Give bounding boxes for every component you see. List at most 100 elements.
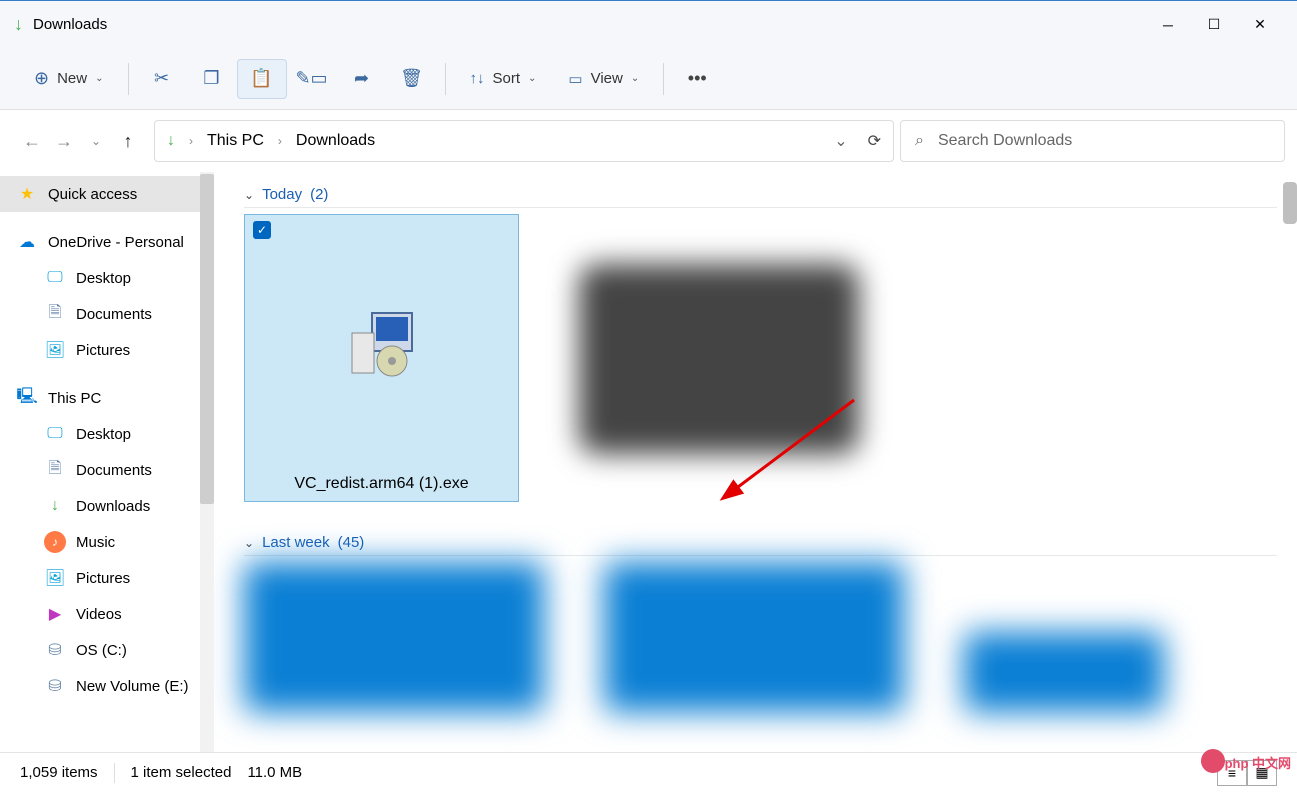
pic-icon: 🖼 [44, 567, 66, 589]
sidebar-item-videos[interactable]: ▶ Videos [0, 596, 214, 632]
sidebar-item-label: Pictures [76, 342, 130, 359]
minimize-button[interactable]: ─ [1145, 9, 1191, 41]
desk-icon: 🖵 [44, 423, 66, 445]
chevron-down-icon: ⌄ [244, 188, 254, 202]
view-icon: ▭ [568, 70, 582, 88]
status-selection: 1 item selected [131, 764, 232, 781]
sidebar-item-label: Videos [76, 606, 122, 623]
navigation-row: ← → ⌄ ↑ ↓ › This PC › Downloads ⌄ ⟳ ⌕ Se… [0, 110, 1297, 172]
redacted-thumbnail[interactable] [964, 632, 1164, 712]
address-bar[interactable]: ↓ › This PC › Downloads ⌄ ⟳ [154, 120, 894, 162]
breadcrumb-item[interactable]: Downloads [296, 132, 375, 150]
scrollbar-thumb[interactable] [1283, 182, 1297, 224]
downloads-icon: ↓ [167, 132, 175, 150]
address-dropdown[interactable]: ⌄ [834, 131, 847, 151]
view-button[interactable]: ▭ View ⌄ [552, 59, 655, 99]
toolbar: ⊕ New ⌄ ✂ ❐ 📋 ✎▭ ➦ 🗑 ↑↓ Sort ⌄ ▭ View ⌄ … [0, 48, 1297, 110]
drv-icon: ⛁ [44, 675, 66, 697]
sidebar-item-pictures[interactable]: 🖼 Pictures [0, 560, 214, 596]
file-item[interactable] [579, 214, 854, 502]
sidebar-item-music[interactable]: ♪ Music [0, 524, 214, 560]
more-button[interactable]: ••• [672, 59, 722, 99]
search-placeholder: Search Downloads [938, 132, 1072, 150]
sidebar-item-label: Documents [76, 306, 152, 323]
divider [663, 63, 664, 95]
pc-icon: 🖳 [16, 387, 38, 409]
redacted-thumbnail[interactable] [604, 562, 904, 712]
sidebar-item-label: Music [76, 534, 115, 551]
scrollbar-thumb[interactable] [200, 174, 214, 504]
chevron-down-icon: ⌄ [528, 73, 536, 84]
forward-button[interactable]: → [52, 131, 76, 152]
group-header-lastweek[interactable]: ⌄ Last week (45) [244, 530, 1277, 556]
sidebar-item-this-pc[interactable]: 🖳 This PC [0, 380, 214, 416]
divider [445, 63, 446, 95]
sidebar-item-os-c-[interactable]: ⛁ OS (C:) [0, 632, 214, 668]
close-button[interactable]: ✕ [1237, 9, 1283, 41]
sidebar-item-quick-access[interactable]: ★Quick access [0, 176, 214, 212]
sidebar-item-label: New Volume (E:) [76, 678, 189, 695]
chevron-down-icon: ⌄ [95, 73, 103, 84]
refresh-button[interactable]: ⟳ [868, 131, 881, 151]
sidebar-item-new-volume-e-[interactable]: ⛁ New Volume (E:) [0, 668, 214, 704]
sidebar-item-documents[interactable]: 🗎 Documents [0, 296, 214, 332]
redacted-thumbnail[interactable] [244, 562, 544, 712]
file-item-selected[interactable]: ✓ VC_redist.arm64 (1).exe [244, 214, 519, 502]
file-name: VC_redist.arm64 (1).exe [245, 471, 518, 501]
sidebar-item-onedrive-personal[interactable]: ☁OneDrive - Personal [0, 224, 214, 260]
vid-icon: ▶ [44, 603, 66, 625]
main-area: ★Quick access ☁OneDrive - Personal 🖵 Deskto… [0, 172, 1297, 752]
window-title: Downloads [33, 16, 107, 33]
navigation-pane: ★Quick access ☁OneDrive - Personal 🖵 Deskto… [0, 172, 214, 752]
sort-button[interactable]: ↑↓ Sort ⌄ [454, 59, 553, 99]
sidebar-item-documents[interactable]: 🗎Documents [0, 452, 214, 488]
divider [128, 63, 129, 95]
sidebar-item-label: Downloads [76, 498, 150, 515]
sidebar-item-pictures[interactable]: 🖼 Pictures [0, 332, 214, 368]
installer-icon [254, 215, 510, 471]
rename-button[interactable]: ✎▭ [287, 59, 337, 99]
sidebar-item-label: Desktop [76, 426, 131, 443]
up-button[interactable]: ↑ [116, 131, 140, 152]
mus-icon: ♪ [44, 531, 66, 553]
back-button[interactable]: ← [20, 131, 44, 152]
chevron-down-icon: ⌄ [631, 73, 639, 84]
status-total: 1,059 items [20, 764, 98, 781]
recent-dropdown[interactable]: ⌄ [84, 134, 108, 148]
sidebar-item-label: This PC [48, 390, 101, 407]
desk-icon: 🖵 [44, 267, 66, 289]
sidebar-item-label: Documents [76, 462, 152, 479]
copy-button[interactable]: ❐ [187, 59, 237, 99]
maximize-button[interactable]: ☐ [1191, 9, 1237, 41]
sidebar-item-desktop[interactable]: 🖵 Desktop [0, 260, 214, 296]
sidebar-item-label: Pictures [76, 570, 130, 587]
delete-button[interactable]: 🗑 [387, 59, 437, 99]
chevron-down-icon: ⌄ [244, 536, 254, 550]
doc-icon: 🗎 [44, 303, 66, 325]
pic-icon: 🖼 [44, 339, 66, 361]
sidebar-item-label: OneDrive - Personal [48, 234, 184, 251]
search-icon: ⌕ [915, 132, 924, 150]
chevron-right-icon: › [274, 134, 286, 148]
title-bar: ↓ Downloads ─ ☐ ✕ [0, 0, 1297, 48]
breadcrumb-item[interactable]: This PC [207, 132, 264, 150]
drv-icon: ⛁ [44, 639, 66, 661]
sidebar-item-desktop[interactable]: 🖵 Desktop [0, 416, 214, 452]
sidebar-item-label: Desktop [76, 270, 131, 287]
group-header-today[interactable]: ⌄ Today (2) [244, 182, 1277, 208]
search-box[interactable]: ⌕ Search Downloads [900, 120, 1285, 162]
watermark: php 中文网 [1225, 753, 1291, 772]
sidebar-item-downloads[interactable]: ↓Downloads [0, 488, 214, 524]
scrollbar-track[interactable] [200, 172, 214, 752]
content-pane: ⌄ Today (2) ✓ VC_redist.arm64 (1).exe [214, 172, 1297, 752]
sort-icon: ↑↓ [470, 70, 485, 87]
chevron-right-icon: › [185, 134, 197, 148]
sidebar-item-label: Quick access [48, 186, 137, 203]
new-button[interactable]: ⊕ New ⌄ [18, 59, 120, 99]
selection-checkbox[interactable]: ✓ [253, 221, 271, 239]
status-bar: 1,059 items 1 item selected 11.0 MB ≡ ▦ [0, 752, 1297, 792]
cut-button[interactable]: ✂ [137, 59, 187, 99]
sidebar-item-label: OS (C:) [76, 642, 127, 659]
paste-button[interactable]: 📋 [237, 59, 287, 99]
share-button[interactable]: ➦ [337, 59, 387, 99]
